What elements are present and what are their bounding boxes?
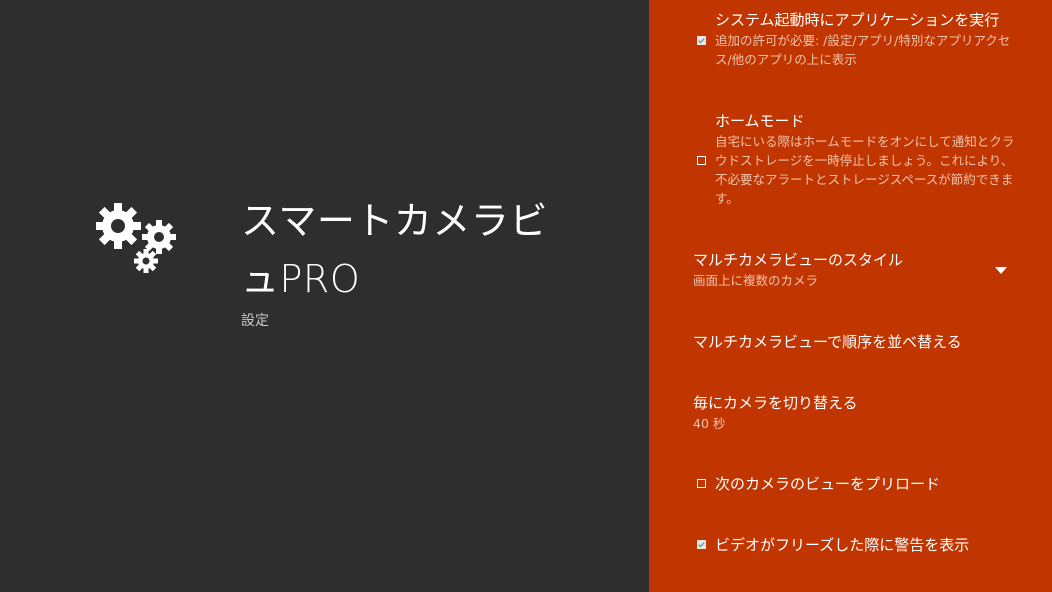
setting-title: 次のカメラのビューをプリロード	[715, 475, 941, 493]
setting-title: システム起動時にアプリケーションを実行	[715, 11, 1000, 29]
setting-preload-next[interactable]: 次のカメラのビューをプリロード	[649, 473, 1052, 495]
setting-freeze-warning[interactable]: ビデオがフリーズした際に警告を表示	[649, 534, 1052, 556]
setting-title: 毎にカメラを切り替える	[693, 394, 858, 412]
app-subtitle: 設定	[241, 313, 269, 329]
setting-title: マルチカメラビューのスタイル	[693, 251, 904, 269]
home-mode-checkbox[interactable]	[697, 156, 706, 165]
setting-summary: 自宅にいる際はホームモードをオンにして通知とクラウドストレージを一時停止しましょ…	[715, 134, 1015, 206]
freeze-warning-checkbox[interactable]	[697, 540, 706, 549]
setting-summary: 40 秒	[693, 416, 726, 431]
setting-summary: 画面上に複数のカメラ	[693, 273, 819, 288]
setting-title: マルチカメラビューで順序を並べ替える	[693, 333, 962, 351]
gears-icon	[96, 203, 176, 273]
setting-summary: 追加の許可が必要: /設定/アプリ/特別なアプリアクセス/他のアプリの上に表示	[715, 33, 1011, 67]
setting-switch-interval[interactable]: 毎にカメラを切り替える 40 秒	[649, 392, 1052, 433]
setting-title: ビデオがフリーズした際に警告を表示	[715, 536, 970, 554]
setting-run-on-boot[interactable]: システム起動時にアプリケーションを実行 追加の許可が必要: /設定/アプリ/特別…	[649, 9, 1052, 69]
dropdown-arrow-icon[interactable]	[995, 267, 1007, 274]
settings-panel[interactable]: システム起動時にアプリケーションを実行 追加の許可が必要: /設定/アプリ/特別…	[649, 0, 1052, 592]
app-info-pane: スマートカメラビュPRO 設定	[0, 0, 649, 592]
setting-multi-view-style[interactable]: マルチカメラビューのスタイル 画面上に複数のカメラ	[649, 249, 1052, 290]
preload-next-checkbox[interactable]	[697, 479, 706, 488]
setting-title: ホームモード	[715, 112, 805, 130]
app-title: スマートカメラビュPRO	[241, 199, 548, 301]
setting-home-mode[interactable]: ホームモード 自宅にいる際はホームモードをオンにして通知とクラウドストレージを一…	[649, 110, 1052, 208]
run-on-boot-checkbox[interactable]	[697, 36, 706, 45]
setting-reorder[interactable]: マルチカメラビューで順序を並べ替える	[649, 331, 1052, 353]
